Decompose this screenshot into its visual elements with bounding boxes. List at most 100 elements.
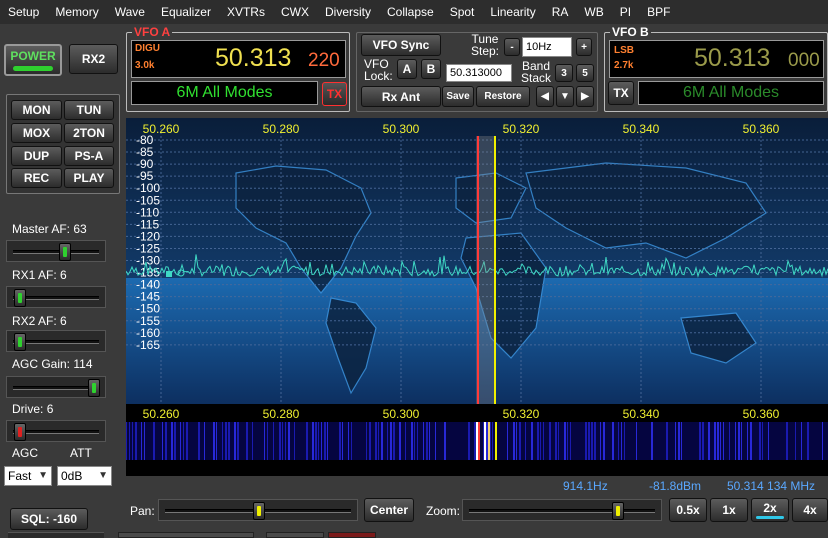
band-stack-3-button[interactable]: 3 [555, 64, 573, 82]
waterfall-signal-line [678, 422, 680, 460]
waterfall-signal-line [531, 422, 533, 460]
sql-button[interactable]: SQL: -160 [10, 508, 88, 530]
menu-item-memory[interactable]: Memory [47, 5, 106, 19]
waterfall-signal-line [567, 422, 568, 460]
panadapter-display[interactable]: 50.260 50.280 50.300 50.320 50.340 50.360 -80… [126, 118, 828, 476]
waterfall-signal-line [225, 422, 227, 460]
menu-item-equalizer[interactable]: Equalizer [153, 5, 219, 19]
waterfall-signal-line [555, 422, 557, 460]
mon-button[interactable]: MON [11, 100, 62, 120]
waterfall-signal-line [675, 422, 676, 460]
menu-item-diversity[interactable]: Diversity [317, 5, 379, 19]
rec-button[interactable]: REC [11, 168, 62, 188]
zoom-slider[interactable] [462, 499, 662, 521]
waterfall-signal-line [822, 422, 823, 460]
tun-button[interactable]: TUN [64, 100, 114, 120]
menu-item-spot[interactable]: Spot [442, 5, 483, 19]
rx2-af-slider[interactable] [6, 330, 106, 352]
waterfall-signal-line [366, 422, 367, 460]
menu-item-ra[interactable]: RA [544, 5, 577, 19]
menu-item-setup[interactable]: Setup [0, 5, 47, 19]
frequency-entry-field[interactable]: 50.313000 [446, 64, 512, 82]
rx1-af-slider[interactable] [6, 286, 106, 308]
waterfall-signal-line [621, 422, 622, 460]
restore-button[interactable]: Restore [476, 86, 530, 107]
waterfall-signal-line [702, 422, 704, 460]
tune-step-plus-button[interactable]: + [576, 38, 592, 56]
band-stack-down-button[interactable]: ▼ [556, 86, 574, 107]
slider-thumb[interactable] [14, 333, 27, 351]
play-button[interactable]: PLAY [64, 168, 114, 188]
slider-thumb[interactable] [612, 502, 625, 520]
drive-slider[interactable] [6, 420, 106, 442]
waterfall-signal-line [468, 422, 470, 460]
slider-thumb[interactable] [14, 289, 27, 307]
sql-slider-edge[interactable] [8, 532, 104, 538]
vfo-lock-a-button[interactable]: A [397, 59, 417, 79]
vfo-lock-b-button[interactable]: B [421, 59, 441, 79]
ps-a-button[interactable]: PS-A [64, 146, 114, 166]
menu-item-cwx[interactable]: CWX [273, 5, 317, 19]
agc-gain-slider[interactable] [6, 376, 106, 398]
rx2-button[interactable]: RX2 [69, 44, 118, 74]
waterfall-signal-line [213, 422, 215, 460]
pan-slider[interactable] [158, 499, 358, 521]
att-select[interactable]: 0dB ▼ [57, 466, 112, 486]
tune-step-field[interactable]: 10Hz [522, 37, 572, 57]
menu-item-collapse[interactable]: Collapse [379, 5, 442, 19]
vfo-a-filter: 3.0k [135, 60, 155, 71]
vfo-a-freq-main: 50.313 [215, 44, 292, 72]
vfo-b-tx-button[interactable]: TX [608, 81, 634, 105]
menu-item-xvtrs[interactable]: XVTRs [219, 5, 273, 19]
waterfall-signal-line [549, 422, 551, 460]
waterfall-signal-line [513, 422, 515, 460]
zoom-label: Zoom: [426, 504, 461, 518]
tune-step-label: Tune Step: [470, 32, 500, 58]
waterfall-signal-line [204, 422, 205, 460]
tune-step-minus-button[interactable]: - [504, 38, 520, 56]
mox-button[interactable]: MOX [11, 123, 62, 143]
menu-item-wave[interactable]: Wave [107, 5, 153, 19]
master-af-slider[interactable] [6, 240, 106, 262]
center-button[interactable]: Center [364, 498, 414, 522]
agc-select[interactable]: Fast ▼ [4, 466, 52, 486]
menu-item-linearity[interactable]: Linearity [482, 5, 543, 19]
save-button[interactable]: Save [442, 86, 474, 107]
waterfall-signal-line [369, 422, 371, 460]
zoom-4x-button[interactable]: 4x [792, 498, 828, 522]
slider-thumb[interactable] [14, 423, 27, 441]
dup-button[interactable]: DUP [11, 146, 62, 166]
waterfall-signal-line [327, 422, 328, 460]
vfo-sync-button[interactable]: VFO Sync [361, 34, 441, 56]
rx-ant-button[interactable]: Rx Ant [361, 86, 441, 107]
waterfall-signal-line [525, 422, 526, 460]
2ton-button[interactable]: 2TON [64, 123, 114, 143]
menu-item-pi[interactable]: PI [612, 5, 639, 19]
menu-item-bpf[interactable]: BPF [639, 5, 678, 19]
waterfall-signal-line [564, 422, 566, 460]
waterfall-signal-line [180, 422, 181, 460]
slider-thumb[interactable] [253, 502, 265, 520]
power-button[interactable]: POWER [4, 44, 62, 76]
zoom-2x-button[interactable]: 2x [751, 498, 789, 522]
menu-item-wb[interactable]: WB [576, 5, 611, 19]
band-stack-prev-button[interactable]: ◀ [536, 86, 554, 107]
zoom-1x-button[interactable]: 1x [710, 498, 748, 522]
waterfall-signal-line [540, 422, 541, 460]
vfo-a-tx-button[interactable]: TX [322, 82, 347, 106]
waterfall-cursor-line [476, 422, 478, 460]
waterfall-signal-line [294, 422, 295, 460]
zoom-0-5x-button[interactable]: 0.5x [669, 498, 707, 522]
band-stack-5-button[interactable]: 5 [576, 64, 594, 82]
frequency-tick-label: 50.360 [743, 122, 780, 136]
waterfall-signal-line [543, 422, 544, 460]
waterfall-cursor-line [488, 422, 490, 460]
frequency-tick-label: 50.320 [503, 122, 540, 136]
slider-thumb[interactable] [87, 379, 100, 397]
rx1-af-label: RX1 AF: 6 [12, 268, 67, 282]
slider-thumb[interactable] [59, 243, 72, 261]
waterfall-signal-line [741, 422, 742, 460]
band-stack-next-button[interactable]: ▶ [576, 86, 594, 107]
waterfall-signal-line [426, 422, 428, 460]
waterfall-signal-line [708, 422, 710, 460]
